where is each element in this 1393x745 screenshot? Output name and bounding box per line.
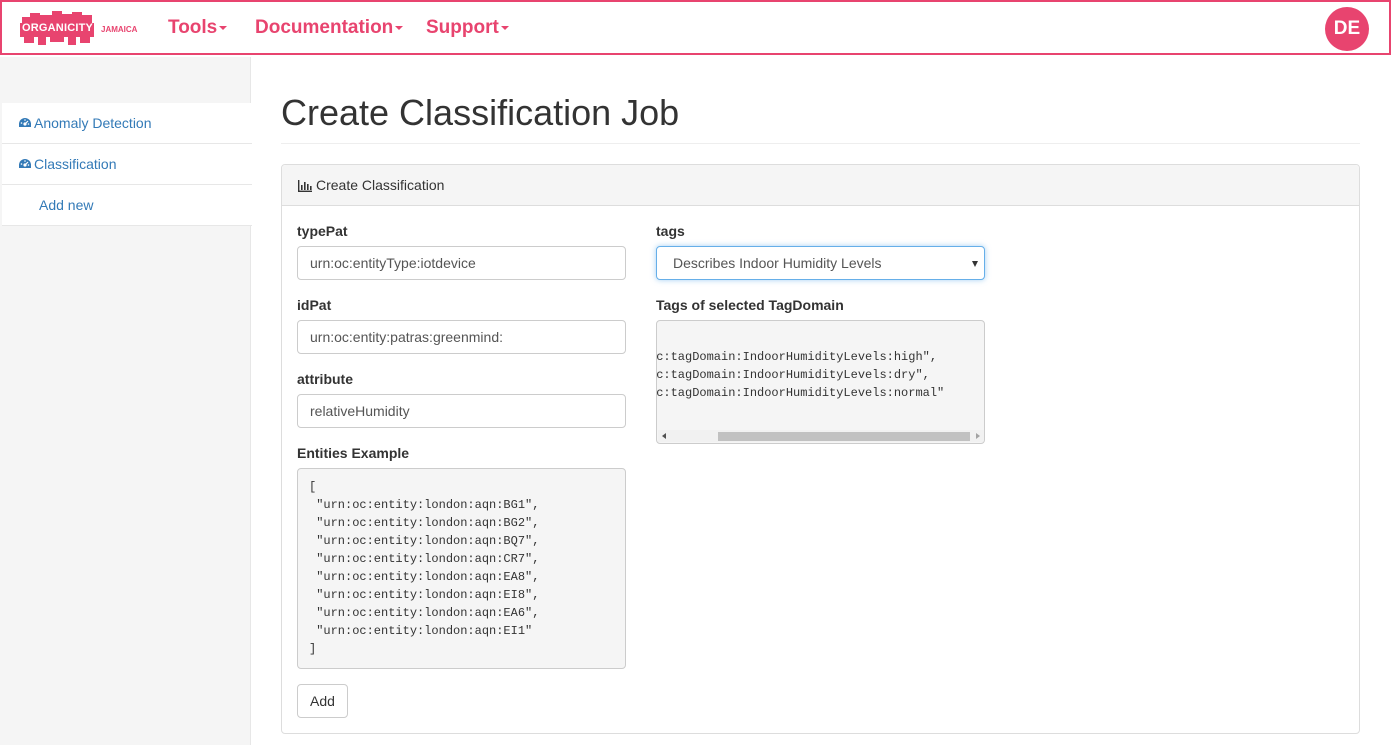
sidebar-item-label: Classification — [34, 156, 117, 172]
tags-selected-value: Describes Indoor Humidity Levels — [673, 255, 882, 271]
sidebar-item-label: Add new — [39, 197, 94, 213]
page-title: Create Classification Job — [281, 92, 680, 133]
attribute-input[interactable]: relativeHumidity — [297, 394, 626, 428]
sidebar-item-classification[interactable]: Classification — [2, 144, 252, 185]
nav-support-menu[interactable]: Support — [426, 17, 509, 39]
dashboard-icon — [19, 159, 31, 168]
idpat-label: idPat — [297, 297, 332, 313]
sidebar-menu: Anomaly Detection Classification Add new — [2, 103, 252, 226]
nav-tools-menu[interactable]: Tools — [168, 17, 228, 39]
sidebar: Anomaly Detection Classification Add new — [0, 57, 252, 745]
top-navbar: ORGANICITY JAMAICA Tools Documentation S… — [0, 0, 1391, 55]
scroll-right-icon[interactable] — [976, 433, 980, 439]
tag-domain-box: oc:tagDomain:IndoorHumidityLevels:high",… — [656, 320, 985, 444]
nav-documentation-label: Documentation — [255, 17, 394, 38]
tags-select[interactable]: Describes Indoor Humidity Levels — [656, 246, 985, 280]
logo-text: ORGANICITY — [22, 22, 94, 34]
nav-support-label: Support — [426, 17, 499, 38]
caret-down-icon — [395, 25, 404, 30]
tag-domain-text: oc:tagDomain:IndoorHumidityLevels:high",… — [656, 350, 945, 400]
nav-documentation-menu[interactable]: Documentation — [255, 17, 404, 39]
horizontal-scrollbar[interactable] — [658, 430, 984, 442]
typepat-input[interactable]: urn:oc:entityType:iotdevice — [297, 246, 626, 280]
sidebar-item-label: Anomaly Detection — [34, 115, 152, 131]
caret-down-icon — [219, 25, 228, 30]
tags-label: tags — [656, 223, 685, 239]
entities-example-label: Entities Example — [297, 445, 410, 461]
panel-heading: Create Classification — [282, 165, 1359, 206]
organicity-logo[interactable]: ORGANICITY JAMAICA — [18, 11, 138, 47]
caret-down-icon — [500, 25, 509, 30]
typepat-label: typePat — [297, 223, 348, 239]
dropdown-arrow-icon — [972, 261, 978, 267]
attribute-label: attribute — [297, 371, 353, 387]
user-avatar[interactable]: DE — [1325, 7, 1369, 51]
entities-example-box: [ "urn:oc:entity:london:aqn:BG1", "urn:o… — [297, 468, 626, 669]
title-divider — [281, 143, 1360, 144]
bar-chart-icon — [298, 180, 312, 192]
sidebar-item-add-new[interactable]: Add new — [2, 185, 252, 226]
nav-tools-label: Tools — [168, 17, 218, 38]
add-button[interactable]: Add — [297, 684, 348, 718]
sidebar-item-anomaly-detection[interactable]: Anomaly Detection — [2, 103, 252, 144]
scrollbar-thumb[interactable] — [718, 432, 970, 441]
panel-title: Create Classification — [316, 177, 445, 193]
idpat-input[interactable]: urn:oc:entity:patras:greenmind: — [297, 320, 626, 354]
dashboard-icon — [19, 118, 31, 127]
tag-domain-label: Tags of selected TagDomain — [656, 297, 844, 313]
scroll-left-icon[interactable] — [662, 433, 666, 439]
logo-subtext: JAMAICA — [101, 25, 138, 34]
